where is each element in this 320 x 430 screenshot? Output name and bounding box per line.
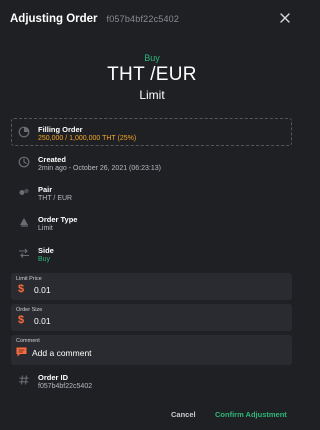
side-label: Side [38,246,54,255]
created-row: Created 2min ago - October 26, 2021 (06:… [0,151,304,179]
dollar-icon: $ [18,314,25,326]
side-arrows-icon [19,248,29,258]
progress-icon [18,126,30,138]
order-type-value: Limit [38,225,53,232]
pair-value: THT / EUR [38,195,73,202]
filling-order-label: Filling Order [38,125,83,134]
order-size-field[interactable]: Order Size $ 0.01 [11,304,292,331]
header-order-id: f057b4bf22c5402 [106,14,180,24]
limit-price-input[interactable]: 0.01 [34,285,51,295]
limit-price-label: Limit Price [16,276,42,282]
dollar-icon: $ [18,283,25,295]
order-size-input[interactable]: 0.01 [34,316,51,326]
order-id-value: f057b4bf22c5402 [38,383,93,390]
comment-label: Comment [16,338,40,344]
close-icon[interactable] [278,11,292,25]
summary-side: Buy [144,53,160,63]
side-value: Buy [38,256,51,263]
order-id-label: Order ID [38,373,69,382]
summary-type: Limit [139,88,165,102]
pair-icon [19,188,29,195]
comment-input[interactable]: Add a comment [32,348,92,358]
modal-title: Adjusting Order [10,13,98,25]
order-type-row: Order Type Limit [0,211,304,239]
summary-pair: THT /EUR [107,64,197,85]
limit-price-field[interactable]: Limit Price $ 0.01 [11,273,292,300]
created-value: 2min ago - October 26, 2021 (06:23:13) [38,165,161,172]
filling-order-row: Filling Order 250,000 / 1,000,000 THT (2… [0,121,304,149]
created-label: Created [38,155,66,164]
order-size-label: Order Size [16,307,43,313]
comment-field[interactable]: Comment Add a comment [11,335,292,365]
side-row: Side Buy [0,242,304,270]
pair-row: Pair THT / EUR [0,181,304,209]
comment-icon [16,347,27,357]
order-type-icon [20,218,28,227]
cancel-button[interactable]: Cancel [171,410,196,419]
order-type-label: Order Type [38,215,78,224]
hash-icon [19,375,29,385]
order-id-row: Order ID f057b4bf22c5402 [0,369,304,397]
pair-label: Pair [38,185,53,194]
confirm-adjustment-button[interactable]: Confirm Adjustment [215,410,287,419]
modal-header: Adjusting Order f057b4bf22c5402 [0,0,304,38]
clock-icon [18,156,30,168]
filling-order-value: 250,000 / 1,000,000 THT (25%) [38,135,137,142]
